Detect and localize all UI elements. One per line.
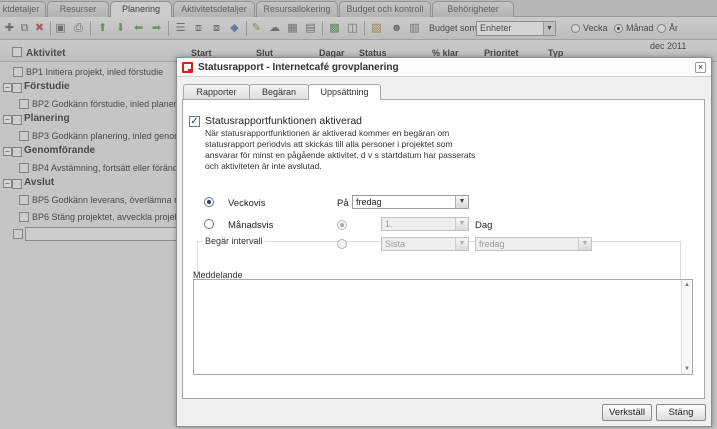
tab-uppsattning[interactable]: Uppsättning: [308, 84, 381, 100]
chevron-down-icon: ▼: [455, 218, 468, 230]
weekly-radio[interactable]: [204, 197, 214, 207]
message-scrollbar[interactable]: ▲ ▼: [681, 280, 692, 374]
apply-button[interactable]: Verkställ: [602, 404, 652, 421]
monthly-label: Månadsvis: [228, 220, 274, 231]
status-report-dialog: Statusrapport - Internetcafé grovplaneri…: [176, 57, 712, 427]
tab-begaran[interactable]: Begäran: [249, 84, 309, 99]
chevron-down-icon: ▼: [455, 238, 468, 250]
description-line: När statusrapportfunktionen är aktiverad…: [205, 128, 450, 138]
dialog-title: Statusrapport - Internetcafé grovplaneri…: [198, 62, 399, 73]
weekday-select[interactable]: fredag ▼: [352, 195, 469, 209]
monthly-weekday-select-value: fredag: [479, 239, 505, 249]
monthly-ordinal-select[interactable]: Sista ▼: [381, 237, 469, 251]
chevron-down-icon: ▼: [578, 238, 591, 250]
app-logo-icon: [182, 62, 193, 73]
monthly-day-radio[interactable]: [337, 220, 347, 230]
scroll-down-icon[interactable]: ▼: [684, 366, 690, 372]
enable-status-report-label: Statusrapportfunktionen aktiverad: [205, 115, 363, 127]
description-line: och aktiviteten är inte avslutad.: [205, 161, 322, 171]
monthly-day-select[interactable]: 1. ▼: [381, 217, 469, 231]
monthly-ordinal-select-value: Sista: [385, 239, 406, 249]
scroll-up-icon[interactable]: ▲: [684, 282, 690, 288]
close-icon[interactable]: ×: [695, 62, 706, 73]
close-button[interactable]: Stäng: [656, 404, 706, 421]
chevron-down-icon: ▼: [455, 196, 468, 208]
monthly-weekday-radio[interactable]: [337, 239, 347, 249]
monthly-radio[interactable]: [204, 219, 214, 229]
interval-legend: Begär intervall: [203, 236, 265, 246]
enable-status-report-checkbox[interactable]: ✓: [189, 116, 200, 127]
description-line: ansvarar för minst en pågående aktivitet…: [205, 150, 476, 160]
dag-label: Dag: [475, 220, 493, 231]
weekly-label: Veckovis: [228, 198, 266, 209]
description-line: statusrapport periodvis att skickas till…: [205, 139, 453, 149]
monthly-weekday-select[interactable]: fredag ▼: [475, 237, 592, 251]
message-textarea[interactable]: ▲ ▼: [193, 279, 693, 375]
monthly-day-select-value: 1.: [385, 219, 393, 229]
pa-label: På: [337, 198, 349, 209]
tab-rapporter[interactable]: Rapporter: [183, 84, 250, 99]
weekday-select-value: fredag: [356, 197, 382, 207]
dialog-title-bar: Statusrapport - Internetcafé grovplaneri…: [177, 58, 711, 77]
feature-description: När statusrapportfunktionen är aktiverad…: [205, 128, 505, 172]
